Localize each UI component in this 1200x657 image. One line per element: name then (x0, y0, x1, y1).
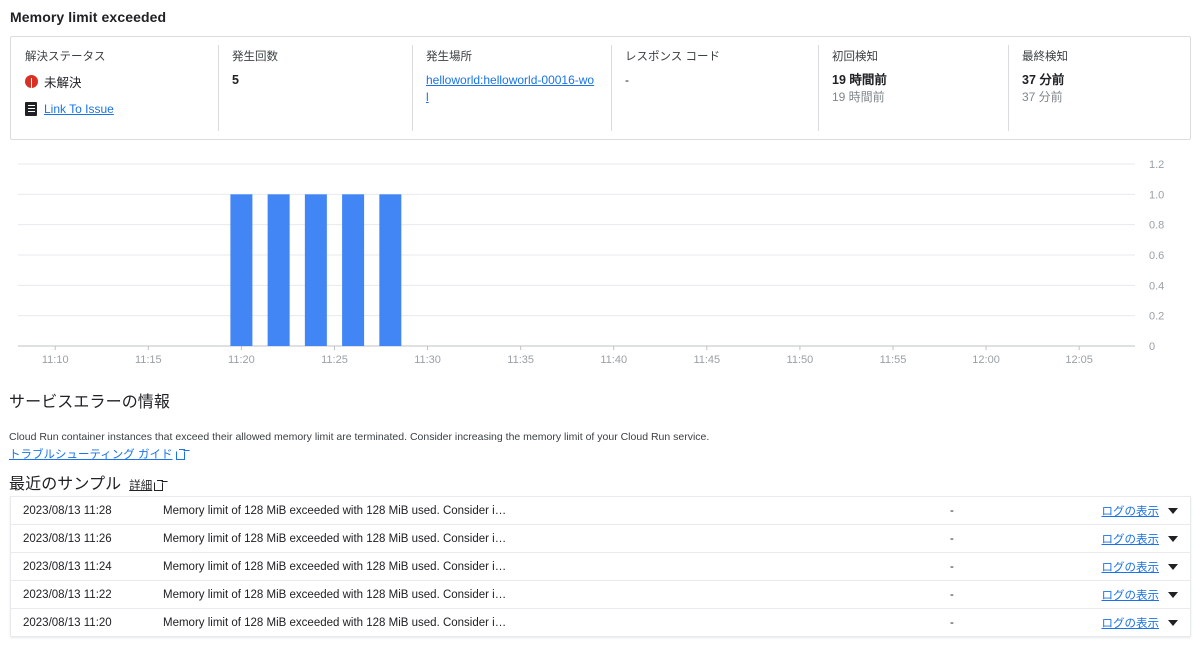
view-logs-link[interactable]: ログの表示 (1102, 615, 1160, 631)
x-axis-tick-label: 12:05 (1065, 354, 1093, 366)
error-circle-icon (25, 75, 38, 88)
sample-message: Memory limit of 128 MiB exceeded with 12… (163, 532, 507, 545)
y-axis-tick-label: 0.6 (1149, 250, 1164, 262)
sample-response-code: - (950, 504, 954, 517)
chart-bar[interactable] (230, 194, 253, 346)
info-column-resolution-status: 解決ステータス 未解決 Link To Issue (11, 37, 218, 139)
info-label-first-seen: 初回検知 (832, 51, 878, 63)
chevron-down-icon[interactable] (1168, 591, 1178, 598)
sample-response-code: - (950, 616, 954, 629)
status-badge: 未解決 (25, 72, 204, 91)
table-row: 2023/08/13 11:28 Memory limit of 128 MiB … (11, 496, 1190, 524)
info-column-first-seen: 初回検知 19 時間前 19 時間前 (818, 37, 1008, 139)
chart-bar[interactable] (304, 194, 327, 346)
sample-response-code: - (950, 588, 954, 601)
sample-response-code: - (950, 560, 954, 573)
link-to-issue[interactable]: Link To Issue (25, 102, 204, 116)
sample-actions: ログの表示 (1070, 503, 1190, 519)
sample-timestamp: 2023/08/13 11:28 (23, 504, 112, 517)
info-label-response-code: レスポンス コード (625, 51, 720, 63)
info-value-response-code: - (625, 73, 629, 87)
info-column-occurrence-count: 発生回数 5 (218, 37, 412, 139)
sample-timestamp: 2023/08/13 11:26 (23, 532, 112, 545)
x-axis-tick-label: 11:50 (787, 354, 814, 366)
sample-actions: ログの表示 (1070, 587, 1190, 603)
info-label-last-seen: 最終検知 (1022, 51, 1068, 63)
chevron-down-icon[interactable] (1168, 507, 1178, 514)
chart-bar[interactable] (267, 194, 290, 346)
x-axis-tick-label: 11:15 (135, 354, 162, 366)
y-axis-tick-label: 0 (1149, 341, 1155, 353)
chart-bar[interactable] (379, 194, 402, 346)
info-value-first-seen-secondary: 19 時間前 (832, 90, 885, 104)
info-value-first-seen-primary: 19 時間前 (832, 73, 887, 87)
info-value-occurrence-count: 5 (232, 73, 239, 87)
view-logs-link[interactable]: ログの表示 (1102, 531, 1160, 547)
samples-detail-link[interactable]: 詳細 (129, 477, 164, 493)
x-axis-tick-label: 11:35 (507, 354, 534, 366)
info-column-response-code: レスポンス コード - (611, 37, 818, 139)
sample-actions: ログの表示 (1070, 531, 1190, 547)
x-axis-tick-label: 11:30 (414, 354, 441, 366)
view-logs-link[interactable]: ログの表示 (1102, 587, 1160, 603)
info-value-last-seen-secondary: 37 分前 (1022, 90, 1063, 104)
chart-bar[interactable] (342, 194, 365, 346)
service-error-description: Cloud Run container instances that excee… (9, 431, 710, 443)
table-row: 2023/08/13 11:22 Memory limit of 128 MiB … (11, 580, 1190, 608)
x-axis-tick-label: 11:10 (42, 354, 69, 366)
chevron-down-icon[interactable] (1168, 535, 1178, 542)
sample-timestamp: 2023/08/13 11:22 (23, 588, 112, 601)
y-axis-tick-label: 1.0 (1149, 189, 1164, 201)
occurrence-location-link[interactable]: helloworld:helloworld-00016-wol (426, 72, 596, 106)
x-axis-tick-label: 11:25 (321, 354, 348, 366)
x-axis-tick-label: 11:55 (880, 354, 907, 366)
x-axis-tick-label: 11:40 (600, 354, 627, 366)
table-row: 2023/08/13 11:20 Memory limit of 128 MiB … (11, 608, 1190, 636)
view-logs-link[interactable]: ログの表示 (1102, 559, 1160, 575)
x-axis-tick-label: 12:00 (972, 354, 1000, 366)
view-logs-link[interactable]: ログの表示 (1102, 503, 1160, 519)
sample-message: Memory limit of 128 MiB exceeded with 12… (163, 504, 507, 517)
sample-message: Memory limit of 128 MiB exceeded with 12… (163, 616, 507, 629)
sample-timestamp: 2023/08/13 11:24 (23, 560, 112, 573)
table-row: 2023/08/13 11:26 Memory limit of 128 MiB … (11, 524, 1190, 552)
x-axis-tick-label: 11:45 (693, 354, 720, 366)
sample-response-code: - (950, 532, 954, 545)
troubleshooting-guide-link[interactable]: トラブルシューティング ガイド (9, 446, 185, 462)
recent-samples-table: 2023/08/13 11:28 Memory limit of 128 MiB … (10, 496, 1191, 637)
info-column-occurrence-location: 発生場所 helloworld:helloworld-00016-wol (412, 37, 611, 139)
page-title: Memory limit exceeded (10, 9, 167, 25)
x-axis-tick-label: 11:20 (228, 354, 255, 366)
troubleshooting-guide-label: トラブルシューティング ガイド (9, 449, 173, 461)
chevron-down-icon[interactable] (1168, 619, 1178, 626)
external-link-icon (154, 480, 164, 491)
sample-actions: ログの表示 (1070, 615, 1190, 631)
table-row: 2023/08/13 11:24 Memory limit of 128 MiB … (11, 552, 1190, 580)
info-label-occurrence-count: 発生回数 (232, 51, 278, 63)
recent-samples-heading: 最近のサンプル (9, 476, 122, 493)
status-text: 未解決 (44, 76, 82, 90)
sample-message: Memory limit of 128 MiB exceeded with 12… (163, 588, 507, 601)
service-error-heading: サービスエラーの情報 (9, 394, 171, 411)
document-icon (25, 102, 37, 116)
occurrences-timeline-chart: 1.2 1.0 0.8 0.6 0.4 0.2 0 11:10 11:15 11:20 11:25 1… (0, 152, 1200, 367)
sample-message: Memory limit of 128 MiB exceeded with 12… (163, 560, 507, 573)
chevron-down-icon[interactable] (1168, 563, 1178, 570)
samples-detail-label: 詳細 (129, 480, 153, 492)
sample-actions: ログの表示 (1070, 559, 1190, 575)
info-value-last-seen-primary: 37 分前 (1022, 73, 1065, 87)
y-axis-tick-label: 0.4 (1149, 280, 1164, 292)
sample-timestamp: 2023/08/13 11:20 (23, 616, 112, 629)
incident-summary-card: 解決ステータス 未解決 Link To Issue 発生回数 5 発生場所 he… (10, 36, 1191, 140)
y-axis-tick-label: 0.2 (1149, 311, 1164, 323)
info-label-occurrence-location: 発生場所 (426, 51, 472, 63)
y-axis-tick-label: 1.2 (1149, 159, 1164, 171)
chart-canvas: 1.2 1.0 0.8 0.6 0.4 0.2 0 11:10 11:15 11:20 11:25 1… (18, 159, 1164, 366)
external-link-icon (175, 449, 185, 460)
recent-samples-header: 最近のサンプル 詳細 (9, 470, 164, 494)
info-label-resolution-status: 解決ステータス (25, 51, 106, 63)
y-axis-tick-label: 0.8 (1149, 220, 1164, 232)
info-column-last-seen: 最終検知 37 分前 37 分前 (1008, 37, 1190, 139)
link-to-issue-label[interactable]: Link To Issue (44, 102, 114, 116)
